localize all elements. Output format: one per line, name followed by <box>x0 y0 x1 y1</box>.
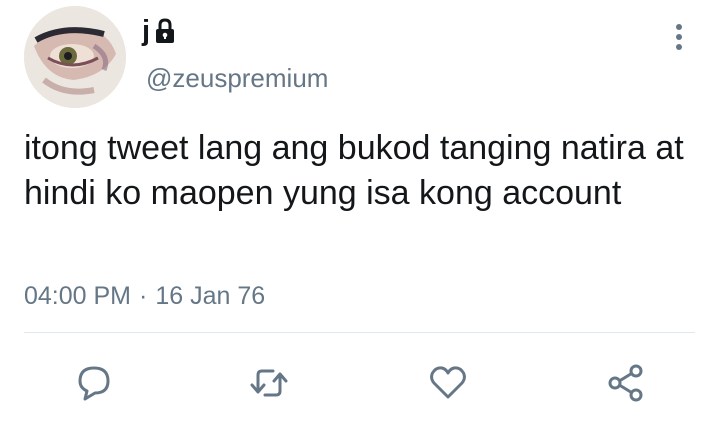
retweet-button[interactable] <box>249 363 289 403</box>
display-name[interactable]: j <box>142 14 176 48</box>
tweet-timestamp: 04:00 PM · 16 Jan 76 <box>24 280 265 312</box>
user-handle[interactable]: @zeuspremium <box>146 62 328 94</box>
share-button[interactable] <box>606 363 646 403</box>
share-icon <box>608 364 643 402</box>
more-options-button[interactable] <box>669 20 689 56</box>
reply-icon <box>78 366 110 401</box>
reply-button[interactable] <box>74 363 114 403</box>
divider <box>24 332 695 333</box>
heart-icon <box>430 366 466 399</box>
avatar-painting <box>24 6 126 108</box>
like-button[interactable] <box>428 363 468 403</box>
timestamp-separator: · <box>139 282 148 310</box>
avatar[interactable] <box>24 6 126 108</box>
tweet-text: itong tweet lang ang bukod tanging natir… <box>24 129 684 212</box>
tweet-time: 04:00 PM <box>24 282 132 310</box>
tweet-date: 16 Jan 76 <box>155 282 266 310</box>
retweet-icon <box>250 369 288 397</box>
lock-icon <box>154 18 176 44</box>
more-vertical-icon <box>676 24 682 50</box>
display-name-text: j <box>142 15 151 47</box>
